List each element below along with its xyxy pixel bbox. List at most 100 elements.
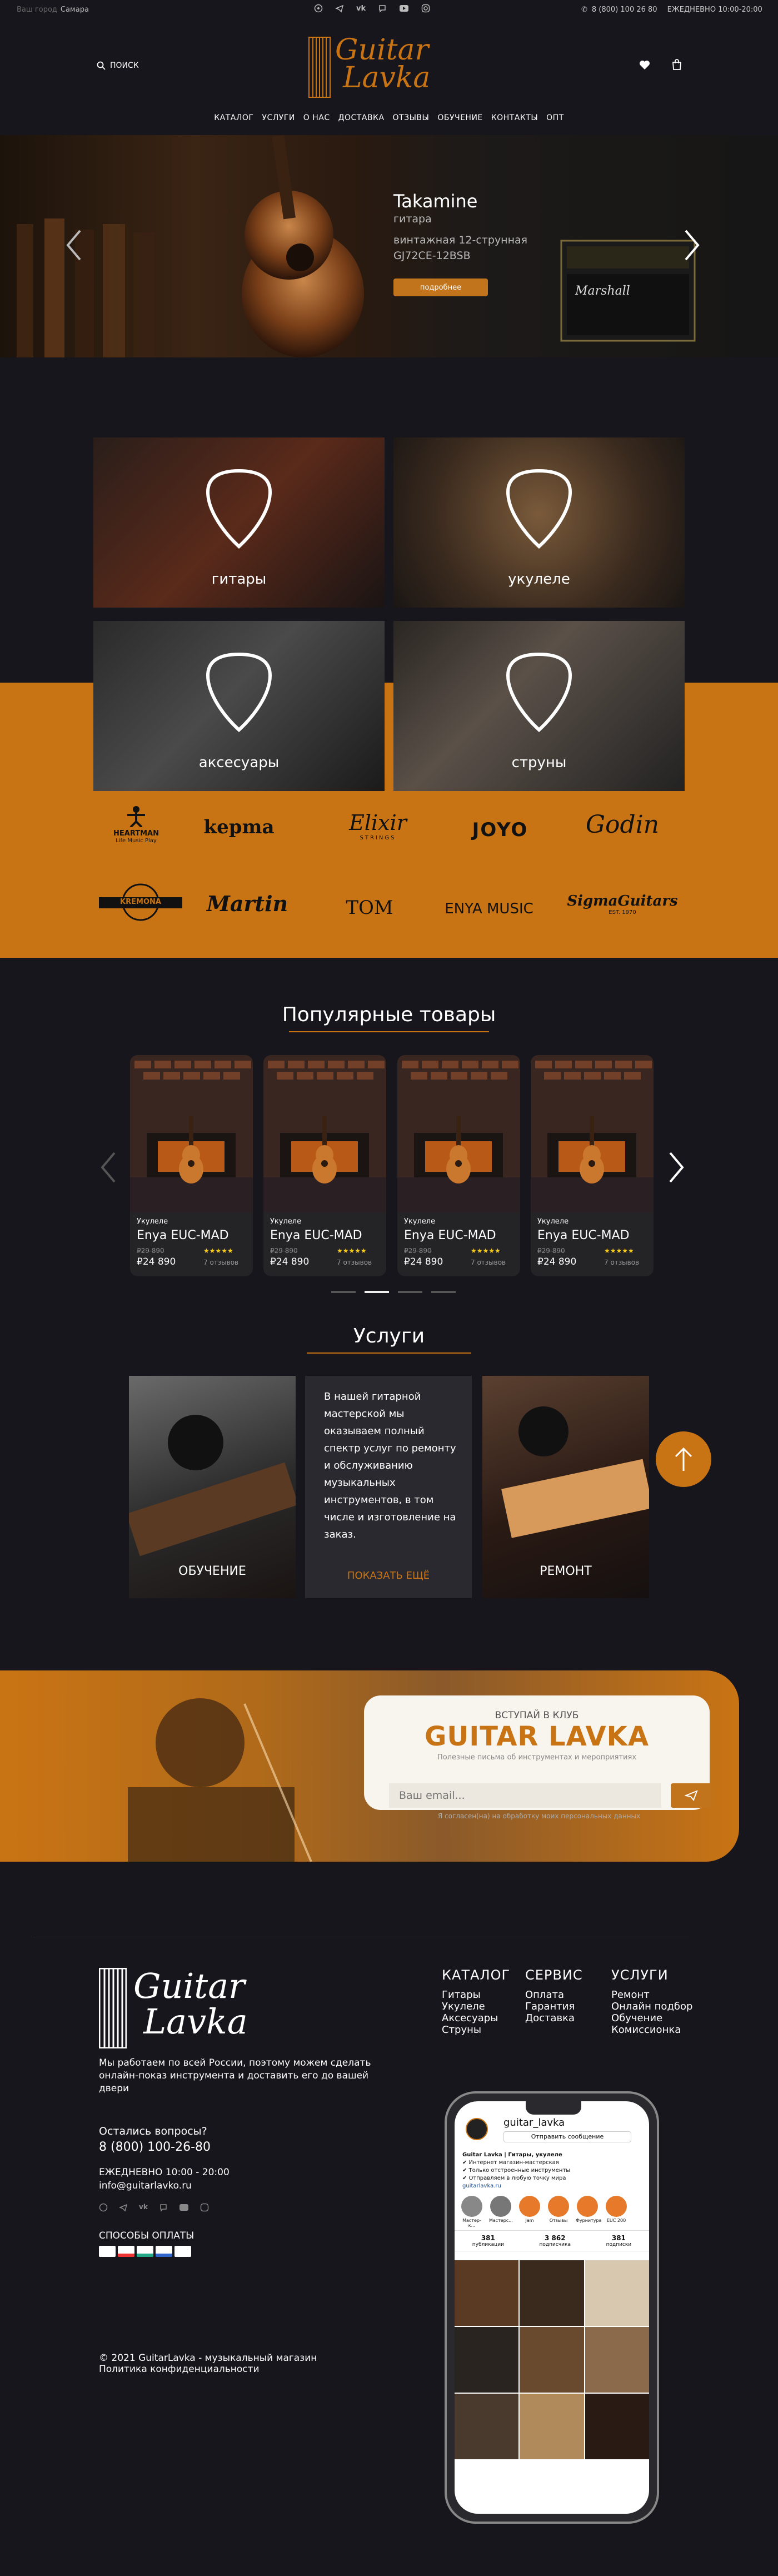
category-guitars[interactable]: гитары [93, 437, 385, 608]
viber-icon[interactable] [378, 4, 387, 13]
nav-delivery[interactable]: ДОСТАВКА [338, 113, 385, 122]
highlight[interactable]: Мастерс... [489, 2196, 513, 2228]
footer-link[interactable]: Укулеле [442, 2001, 510, 2012]
hero-next-arrow[interactable] [684, 228, 700, 264]
viber-icon[interactable] [159, 2203, 168, 2214]
nav-learning[interactable]: ОБУЧЕНИЕ [437, 113, 482, 122]
youtube-icon[interactable] [179, 2203, 189, 2214]
brand-martin[interactable]: Martin [200, 891, 295, 916]
whatsapp-icon[interactable] [99, 2203, 108, 2214]
product-reviews[interactable]: 7 отзывов [337, 1259, 372, 1266]
highlight[interactable]: Мастер-к... [460, 2196, 483, 2228]
footer-link[interactable]: Онлайн подбор [611, 2001, 692, 2012]
service-learning[interactable]: ОБУЧЕНИЕ [129, 1376, 296, 1598]
highlight[interactable]: EUC 200 [605, 2196, 628, 2228]
product-card[interactable]: Укулеле Enya EUC-MAD ₽29 890 ₽24 890 ★★★★★ 7 … [263, 1055, 386, 1276]
subscribe-button[interactable] [671, 1783, 712, 1808]
cart-icon[interactable] [671, 59, 682, 72]
nav-catalog[interactable]: КАТАЛОГ [214, 113, 253, 122]
youtube-icon[interactable] [399, 4, 409, 13]
post-thumb[interactable] [585, 2394, 649, 2459]
product-card[interactable]: Укулеле Enya EUC-MAD ₽29 890 ₽24 890 ★★★★★ 7 … [531, 1055, 654, 1276]
nav-contacts[interactable]: КОНТАКТЫ [491, 113, 538, 122]
instagram-icon[interactable] [421, 4, 430, 13]
nav-reviews[interactable]: ОТЗЫВЫ [393, 113, 430, 122]
nav-about[interactable]: О НАС [303, 113, 330, 122]
favorites-icon[interactable] [639, 60, 650, 72]
category-strings[interactable]: струны [393, 621, 685, 791]
nav-wholesale[interactable]: ОПТ [546, 113, 564, 122]
footer-phone[interactable]: 8 (800) 100-26-80 [99, 2140, 211, 2154]
brand-kepma[interactable]: kepma [200, 816, 278, 838]
vk-icon[interactable]: vk [356, 4, 366, 13]
footer-link[interactable]: Струны [442, 2024, 510, 2036]
product-name[interactable]: Enya EUC-MAD [404, 1229, 496, 1242]
post-thumb[interactable] [455, 2260, 519, 2326]
footer-link[interactable]: Аксесуары [442, 2012, 510, 2024]
post-thumb[interactable] [455, 2394, 519, 2459]
hero-details-button[interactable]: подробнее [393, 279, 488, 296]
email-input[interactable] [389, 1783, 661, 1808]
instagram-icon[interactable] [200, 2203, 209, 2214]
brand-joyo[interactable]: JOYO [458, 819, 542, 841]
brand-sigma[interactable]: SigmaGuitars EST. 1970 [567, 893, 678, 916]
whatsapp-icon[interactable] [314, 4, 323, 13]
footer-link[interactable]: Гитары [442, 1989, 510, 2001]
product-reviews[interactable]: 7 отзывов [471, 1259, 506, 1266]
search-button[interactable]: ПОИСК [97, 61, 139, 70]
send-message-button[interactable]: Отправить сообщение [503, 2131, 631, 2142]
product-reviews[interactable]: 7 отзывов [203, 1259, 238, 1266]
product-card[interactable]: Укулеле Enya EUC-MAD ₽29 890 ₽24 890 ★★★★★ 7 … [130, 1055, 253, 1276]
logo[interactable]: Guitar Lavka [308, 34, 470, 101]
product-name[interactable]: Enya EUC-MAD [537, 1229, 630, 1242]
vk-icon[interactable]: vk [139, 2203, 148, 2214]
highlight[interactable]: Отзывы [547, 2196, 570, 2228]
products-next-arrow[interactable] [668, 1151, 685, 1186]
category-accessories[interactable]: аксесуары [93, 621, 385, 791]
highlight[interactable]: Фурнитура [576, 2196, 602, 2228]
footer-link[interactable]: Доставка [525, 2012, 583, 2024]
service-repair[interactable]: РЕМОНТ [482, 1376, 649, 1598]
products-prev-arrow[interactable] [100, 1151, 117, 1186]
show-more-link[interactable]: ПОКАЗАТЬ ЕЩЁ [305, 1570, 472, 1582]
footer-link[interactable]: Оплата [525, 1989, 583, 2001]
post-thumb[interactable] [520, 2260, 584, 2326]
product-name[interactable]: Enya EUC-MAD [137, 1229, 229, 1242]
scroll-top-button[interactable] [656, 1431, 711, 1487]
club-consent[interactable]: Я согласен(на) на обработку моих персона… [389, 1812, 689, 1820]
telegram-icon[interactable] [119, 2203, 128, 2214]
footer-link[interactable]: Ремонт [611, 1989, 692, 2001]
brand-godin[interactable]: Godin [567, 810, 678, 839]
page-dot[interactable] [431, 1291, 456, 1293]
footer-link[interactable]: Комиссионка [611, 2024, 692, 2036]
privacy-link[interactable]: Политика конфиденциальности [99, 2364, 260, 2375]
highlight[interactable]: Jam [518, 2196, 541, 2228]
product-card[interactable]: Укулеле Enya EUC-MAD ₽29 890 ₽24 890 ★★★★★ 7 … [397, 1055, 520, 1276]
product-reviews[interactable]: 7 отзывов [604, 1259, 639, 1266]
telegram-icon[interactable] [335, 4, 344, 13]
top-phone[interactable]: 8 (800) 100 26 80 [592, 6, 657, 14]
post-thumb[interactable] [520, 2327, 584, 2393]
post-thumb[interactable] [585, 2327, 649, 2393]
brand-heartman[interactable]: HEARTMAN Life Music Play [106, 805, 167, 844]
nav-services[interactable]: УСЛУГИ [262, 113, 295, 122]
instagram-phone-mockup[interactable]: guitar_lavka Отправить сообщение Guitar … [445, 2091, 659, 2524]
footer-link[interactable]: Обучение [611, 2012, 692, 2024]
brand-enya[interactable]: ENYA MUSIC [433, 901, 545, 917]
post-thumb[interactable] [520, 2394, 584, 2459]
page-dot[interactable] [398, 1291, 422, 1293]
category-ukulele[interactable]: укулеле [393, 437, 685, 608]
footer-logo[interactable]: Guitar Lavka [99, 1968, 299, 2051]
page-dot[interactable] [331, 1291, 356, 1293]
brand-kremona[interactable]: KREMONA [93, 883, 188, 924]
page-dot-active[interactable] [365, 1291, 389, 1293]
footer-link[interactable]: Гарантия [525, 2001, 583, 2012]
city-selector[interactable]: Ваш город Самара [17, 6, 89, 14]
brand-tom[interactable]: TOM [333, 897, 406, 919]
product-name[interactable]: Enya EUC-MAD [270, 1229, 362, 1242]
brand-elixir[interactable]: Elixir STRINGS [322, 810, 433, 841]
post-thumb[interactable] [455, 2327, 519, 2393]
hero-prev-arrow[interactable] [66, 228, 82, 264]
footer-email[interactable]: info@guitarlavko.ru [99, 2180, 192, 2191]
post-thumb[interactable] [585, 2260, 649, 2326]
